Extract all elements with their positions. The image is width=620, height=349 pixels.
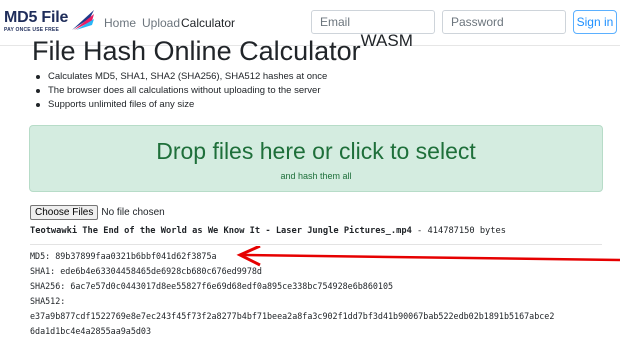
sha512-hash-line-1: e37a9b877cdf1522769e8e7ec243f45f73f2a827… — [30, 311, 555, 321]
page-title-badge: WASM — [360, 31, 413, 50]
feature-item: The browser does all calculations withou… — [34, 84, 327, 98]
sha256-hash: SHA256: 6ac7e57d0c0443017d8ee55827f6e69d… — [30, 281, 394, 291]
feature-list: Calculates MD5, SHA1, SHA2 (SHA256), SHA… — [34, 70, 327, 112]
sha1-hash: SHA1: ede6b4e63304458465de6928cb680c676e… — [30, 266, 262, 276]
logo-title: MD5 File — [4, 9, 69, 26]
file-size: - 414787150 bytes — [411, 226, 506, 236]
logo-wings-icon — [72, 10, 94, 30]
file-input-row: Choose Files No file chosen — [30, 205, 165, 221]
feature-item: Supports unlimited files of any size — [34, 98, 327, 112]
sha512-label: SHA512: — [30, 296, 66, 306]
red-arrow-annotation — [236, 246, 620, 267]
file-info: Teotwawki The End of the World as We Kno… — [30, 226, 506, 236]
sign-in-button[interactable]: Sign in — [573, 10, 617, 34]
feature-item: Calculates MD5, SHA1, SHA2 (SHA256), SHA… — [34, 70, 327, 84]
divider — [30, 244, 602, 245]
nav-link-upload[interactable]: Upload — [142, 16, 180, 30]
sha512-hash-line-2: 6da1d1bc4e4a2855aa9a5d03 — [30, 326, 152, 336]
logo-tagline: PAY ONCE USE FREE — [4, 27, 59, 33]
dropzone-subtitle: and hash them all — [280, 171, 352, 181]
nav-link-calculator[interactable]: Calculator — [181, 16, 235, 30]
md5-hash: MD5: 89b37899faa0321b6bbf041d62f3875a — [30, 251, 217, 261]
nav-link-home[interactable]: Home — [104, 16, 136, 30]
file-name: Teotwawki The End of the World as We Kno… — [30, 226, 412, 236]
file-dropzone[interactable]: Drop files here or click to select and h… — [29, 125, 603, 192]
choose-files-button[interactable]: Choose Files — [30, 205, 99, 220]
page-title-text: File Hash Online Calculator — [32, 36, 361, 66]
password-input[interactable] — [442, 10, 566, 34]
page-title: File Hash Online CalculatorWASM — [32, 32, 413, 67]
dropzone-title: Drop files here or click to select — [156, 138, 476, 164]
logo[interactable]: MD5 File PAY ONCE USE FREE — [4, 6, 94, 40]
file-status: No file chosen — [101, 207, 165, 218]
